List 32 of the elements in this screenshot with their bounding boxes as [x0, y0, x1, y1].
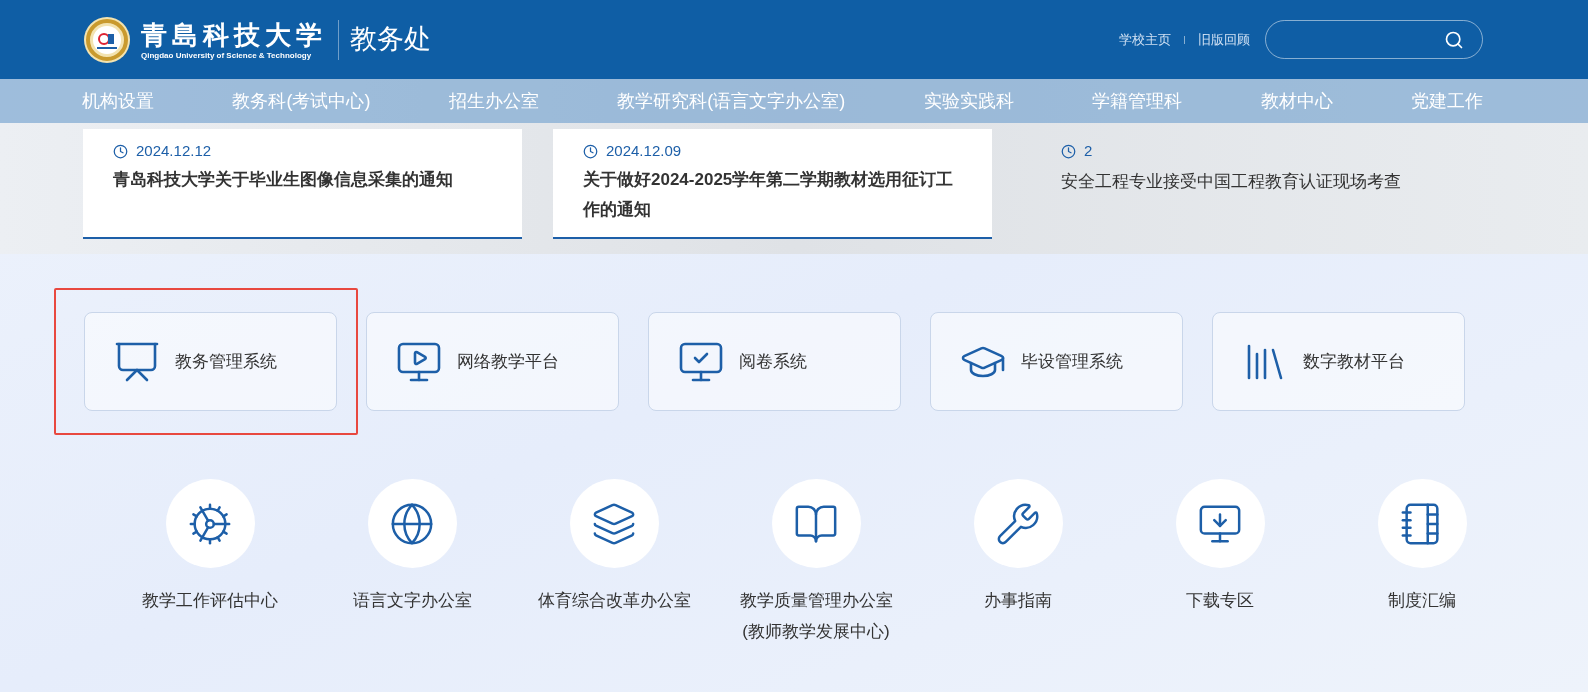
system-card[interactable]: 网络教学平台: [366, 312, 619, 411]
news-date: 2: [1084, 140, 1093, 161]
wrench-icon: [995, 500, 1041, 547]
news-title[interactable]: 青岛科技大学关于毕业生图像信息采集的通知: [113, 165, 485, 195]
system-card[interactable]: 毕设管理系统: [930, 312, 1183, 411]
news-card[interactable]: 2024.12.12 青岛科技大学关于毕业生图像信息采集的通知: [83, 129, 522, 239]
news-card[interactable]: 2024.12.09 关于做好2024-2025学年第二学期教材选用征订工作的通知: [553, 129, 992, 239]
quick-link-label[interactable]: 下载专区: [1186, 588, 1254, 614]
clock-icon: [113, 143, 128, 159]
university-name: 青島科技大学: [141, 18, 327, 51]
header-link[interactable]: 旧版回顾: [1198, 29, 1250, 50]
university-emblem-icon: [83, 15, 131, 64]
department-name: 教务处: [350, 23, 431, 57]
news-title[interactable]: 关于做好2024-2025学年第二学期教材选用征订工作的通知: [583, 165, 955, 225]
news-date: 2024.12.09: [606, 140, 682, 161]
header-link[interactable]: 学校主页: [1119, 29, 1171, 50]
news-title[interactable]: 安全工程专业接受中国工程教育认证现场考查: [1061, 167, 1401, 197]
quick-link-label[interactable]: 教学质量管理办公室: [739, 588, 893, 614]
system-card[interactable]: 教务管理系统: [84, 312, 337, 411]
news-date: 2024.12.12: [136, 140, 212, 161]
quick-link-label[interactable]: 教学工作评估中心: [142, 588, 278, 614]
university-english-name: Qingdao University of Science & Technology: [141, 50, 313, 61]
system-card[interactable]: 阅卷系统: [648, 312, 901, 411]
quick-link-label[interactable]: 体育综合改革办公室: [537, 588, 691, 614]
quick-link-note: (教师教学发展中心): [742, 620, 890, 643]
quick-link-label[interactable]: 语言文字办公室: [352, 588, 472, 614]
clock-icon: [1061, 143, 1076, 159]
quick-link-label[interactable]: 办事指南: [984, 588, 1052, 614]
quick-link-label[interactable]: 制度汇编: [1388, 588, 1456, 614]
search-icon[interactable]: [1444, 29, 1464, 50]
clock-icon: [583, 143, 598, 159]
system-card[interactable]: 数字教材平台: [1212, 312, 1465, 411]
